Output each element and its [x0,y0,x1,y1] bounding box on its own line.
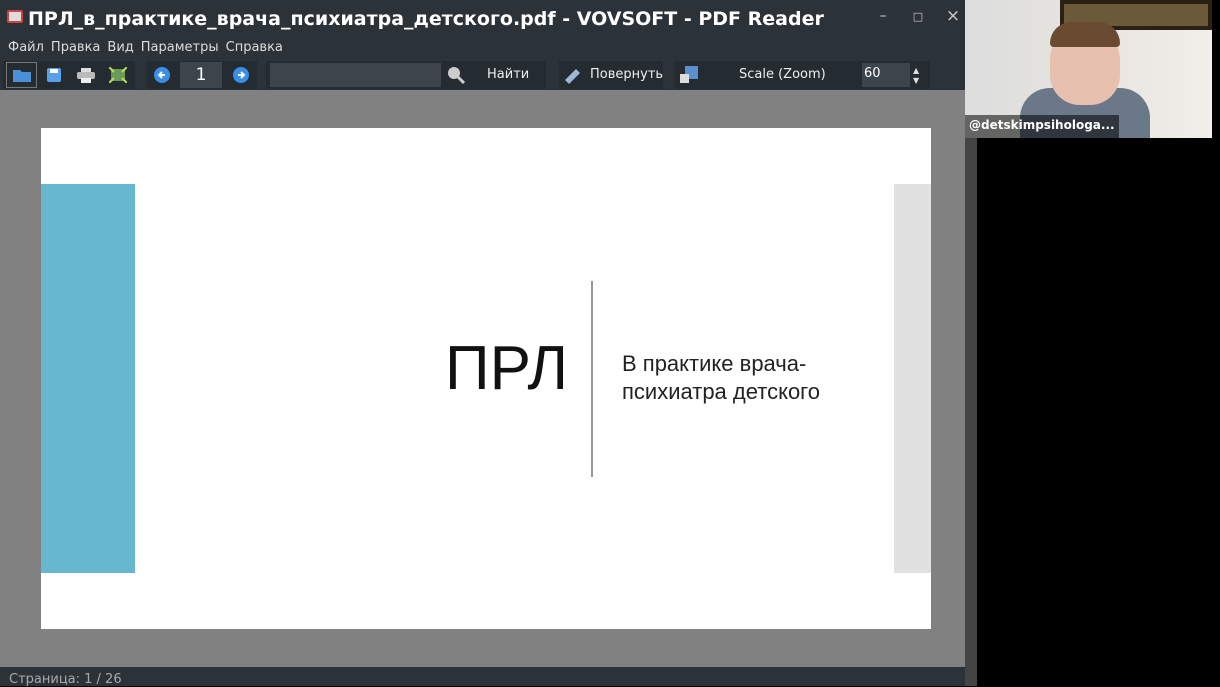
scrollbar[interactable] [965,138,977,686]
minimize-button[interactable]: – [873,8,893,24]
fit-page-icon [109,67,127,83]
window-title: ПРЛ_в_практике_врача_психиатра_детского.… [28,8,824,30]
search-button[interactable] [442,62,470,88]
slide-title: ПРЛ [445,334,569,403]
print-button[interactable] [72,62,100,88]
side-bar [894,184,931,573]
rotate-button[interactable]: Повернуть [590,60,663,90]
rotate-icon[interactable] [558,62,586,88]
search-icon [448,67,465,84]
menu-settings[interactable]: Параметры [141,40,219,55]
printer-icon [77,67,95,83]
open-button[interactable] [6,62,37,88]
status-bar: Страница: 1 / 26 [9,672,122,687]
close-button[interactable]: × [943,6,963,26]
maximize-button[interactable]: □ [908,10,928,23]
divider [591,281,593,477]
page-number-input[interactable]: 1 [180,62,222,88]
next-page-button[interactable] [227,62,255,88]
folder-icon [12,70,31,82]
arrow-right-icon [233,67,249,83]
prev-page-button[interactable] [148,62,176,88]
menu-file[interactable]: Файл [8,40,44,55]
pdf-reader-window: ПРЛ_в_практике_врача_психиатра_детского.… [0,0,965,687]
toolbar: 1 Найти Повернуть Scale (Zoom) 60 ▲ ▼ [0,60,965,90]
scale-label: Scale (Zoom) [739,67,826,82]
menu-view[interactable]: Вид [107,40,133,55]
save-icon [47,68,61,82]
save-button[interactable] [40,62,68,88]
menu-help[interactable]: Справка [226,40,283,55]
slide-subtitle: В практике врача- психиатра детского [622,350,820,406]
app-icon [7,10,23,23]
menu-bar: Файл Правка Вид Параметры Справка [8,40,283,55]
accent-bar [41,184,135,573]
menu-edit[interactable]: Правка [51,40,100,55]
subtitle-line-1: В практике врача- [622,351,807,376]
search-input[interactable] [270,63,441,87]
zoom-spinner[interactable]: ▲ ▼ [913,66,919,86]
document-view[interactable]: ПРЛ В практике врача- психиатра детского [0,90,965,667]
zoom-input[interactable]: 60 [862,63,910,87]
find-button[interactable]: Найти [487,60,529,90]
webcam-username: @detskimpsihologa... [965,115,1119,138]
fit-button[interactable] [104,62,132,88]
webcam-overlay: @detskimpsihologa... [965,0,1212,138]
arrow-left-icon [154,67,170,83]
subtitle-line-2: психиатра детского [622,379,820,404]
pdf-page: ПРЛ В практике врача- психиатра детского [41,128,931,629]
title-bar: ПРЛ_в_практике_врача_психиатра_детского.… [0,0,965,38]
scale-icon [675,62,703,88]
person-hair [1050,22,1120,47]
